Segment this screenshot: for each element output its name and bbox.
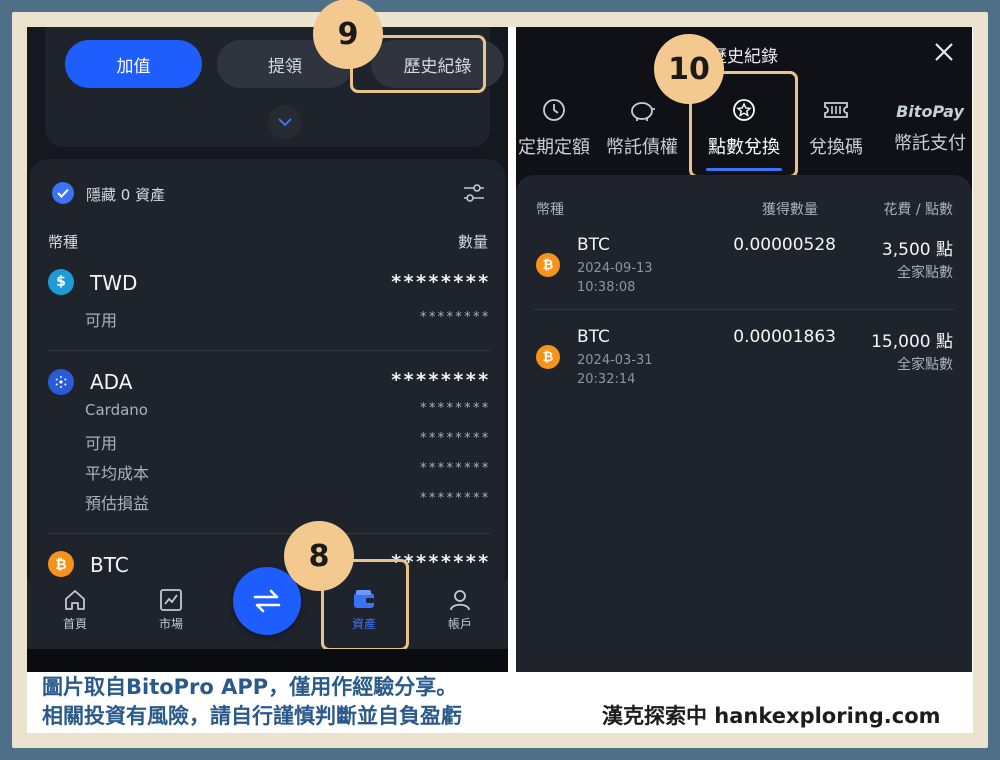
tab-bond[interactable]: 幣託債權 [592, 97, 692, 159]
swap-icon [253, 589, 281, 613]
asset-amount: ******** [390, 551, 490, 573]
detail-value: ******** [419, 431, 490, 446]
asset-row-ada[interactable]: ADA ******** Cardano ******** 可用 *******… [48, 367, 490, 517]
record-time: 20:32:14 [577, 372, 636, 387]
filter-icon[interactable] [462, 181, 486, 205]
nav-label: 首頁 [62, 617, 87, 631]
tab-label: 定期定額 [518, 137, 590, 158]
nav-label: 市場 [158, 617, 183, 631]
record-row[interactable]: ₿ BTC 2024-09-13 10:38:08 0.00000528 3,5… [516, 235, 972, 305]
tab-label: 點數兌換 [708, 137, 780, 158]
wallet-icon [354, 590, 374, 608]
detail-value: ******** [419, 461, 490, 476]
asset-value-masked: ******** [419, 401, 490, 416]
step-badge-9: 9 [313, 0, 383, 69]
record-cost: 3,500 點 [881, 240, 953, 260]
dollar-icon: $ [48, 269, 74, 295]
record-date: 2024-09-13 [577, 261, 653, 276]
ticket-icon [824, 102, 848, 118]
piggy-bank-icon [631, 102, 655, 121]
column-coin: 幣種 [48, 233, 79, 251]
nav-assets[interactable]: 資產 [329, 587, 399, 632]
close-icon[interactable] [933, 41, 955, 63]
record-amount: 0.00001863 [733, 327, 836, 347]
bitopay-logo: BitoPay [896, 102, 964, 121]
column-coin: 幣種 [536, 202, 564, 218]
record-cost: 15,000 點 [871, 332, 953, 352]
record-source: 全家點數 [897, 357, 953, 373]
record-row[interactable]: ₿ BTC 2024-03-31 20:32:14 0.00001863 15,… [516, 327, 972, 397]
chevron-down-icon[interactable] [268, 105, 302, 139]
asset-symbol: ADA [90, 370, 133, 394]
detail-label: 可用 [85, 434, 118, 453]
detail-label: 平均成本 [85, 464, 150, 483]
asset-symbol: BTC [90, 553, 129, 577]
record-date: 2024-03-31 [577, 353, 653, 368]
tab-label: 幣託支付 [894, 133, 966, 154]
chart-icon [160, 589, 182, 611]
assets-screen: 加值 提領 歷史紀錄 隱藏 0 資產 幣種 數量 $ TWD ******** … [27, 27, 508, 672]
divider [48, 533, 490, 534]
caption-line-2: 相關投資有風險，請自行謹慎判斷並自負盈虧 [42, 704, 462, 728]
record-coin: BTC [577, 327, 610, 347]
history-screen: 歷史紀錄 定期定額 幣託債權 點數兌換 兌換碼 BitoPay 幣託支付 幣種 … [516, 27, 972, 672]
record-time: 10:38:08 [577, 280, 636, 295]
asset-symbol: TWD [90, 271, 138, 295]
action-card: 加值 提領 歷史紀錄 [45, 27, 504, 147]
active-tab-indicator [706, 168, 782, 171]
user-icon [450, 590, 470, 611]
tab-label: 兌換碼 [809, 137, 863, 158]
home-icon [65, 590, 85, 610]
tab-bitopay[interactable]: BitoPay 幣託支付 [880, 97, 972, 155]
asset-row-twd[interactable]: $ TWD ******** 可用 ******** [48, 265, 490, 335]
bitcoin-icon: ₿ [48, 551, 74, 577]
tab-points[interactable]: 點數兌換 [694, 97, 794, 159]
divider [534, 309, 954, 310]
asset-amount: ******** [390, 369, 490, 391]
detail-label: 預估損益 [85, 494, 150, 513]
nav-home[interactable]: 首頁 [40, 587, 110, 632]
nav-market[interactable]: 市場 [136, 587, 206, 632]
asset-full-name: Cardano [85, 401, 148, 419]
tab-recurring[interactable]: 定期定額 [516, 97, 604, 159]
record-source: 全家點數 [897, 265, 953, 281]
detail-value: ******** [419, 491, 490, 506]
caption-line-1: 圖片取自BitoPro APP，僅用作經驗分享。 [42, 675, 458, 699]
caption-credit: 漢克探索中 hankexploring.com [602, 704, 941, 728]
bitcoin-icon: ₿ [536, 253, 560, 277]
record-coin: BTC [577, 235, 610, 255]
nav-label: 資產 [351, 617, 376, 631]
record-amount: 0.00000528 [733, 235, 836, 255]
nav-label: 帳戶 [447, 617, 472, 631]
hide-zero-label: 隱藏 0 資產 [86, 186, 166, 204]
divider [48, 350, 490, 351]
asset-amount: ******** [390, 271, 490, 293]
nav-account[interactable]: 帳戶 [425, 587, 495, 632]
step-badge-8: 8 [284, 521, 354, 591]
recurring-icon [543, 99, 565, 121]
star-badge-icon [733, 99, 755, 121]
cardano-icon [48, 369, 74, 395]
detail-value: ******** [419, 310, 490, 325]
column-cost: 花費 / 點數 [883, 202, 953, 218]
history-button[interactable]: 歷史紀錄 [371, 40, 504, 88]
detail-label: 可用 [85, 311, 118, 330]
system-nav-bar [27, 649, 508, 672]
column-amount: 數量 [457, 233, 488, 251]
tab-code[interactable]: 兌換碼 [786, 97, 886, 159]
checkbox-icon[interactable] [52, 182, 74, 204]
step-badge-10: 10 [654, 34, 724, 104]
deposit-button[interactable]: 加值 [65, 40, 202, 88]
screen-title: 歷史紀錄 [710, 47, 778, 67]
column-obtained: 獲得數量 [762, 202, 818, 218]
bitcoin-icon: ₿ [536, 345, 560, 369]
records-card: 幣種 獲得數量 花費 / 點數 ₿ BTC 2024-09-13 10:38:0… [516, 175, 972, 672]
tab-label: 幣託債權 [606, 137, 678, 158]
